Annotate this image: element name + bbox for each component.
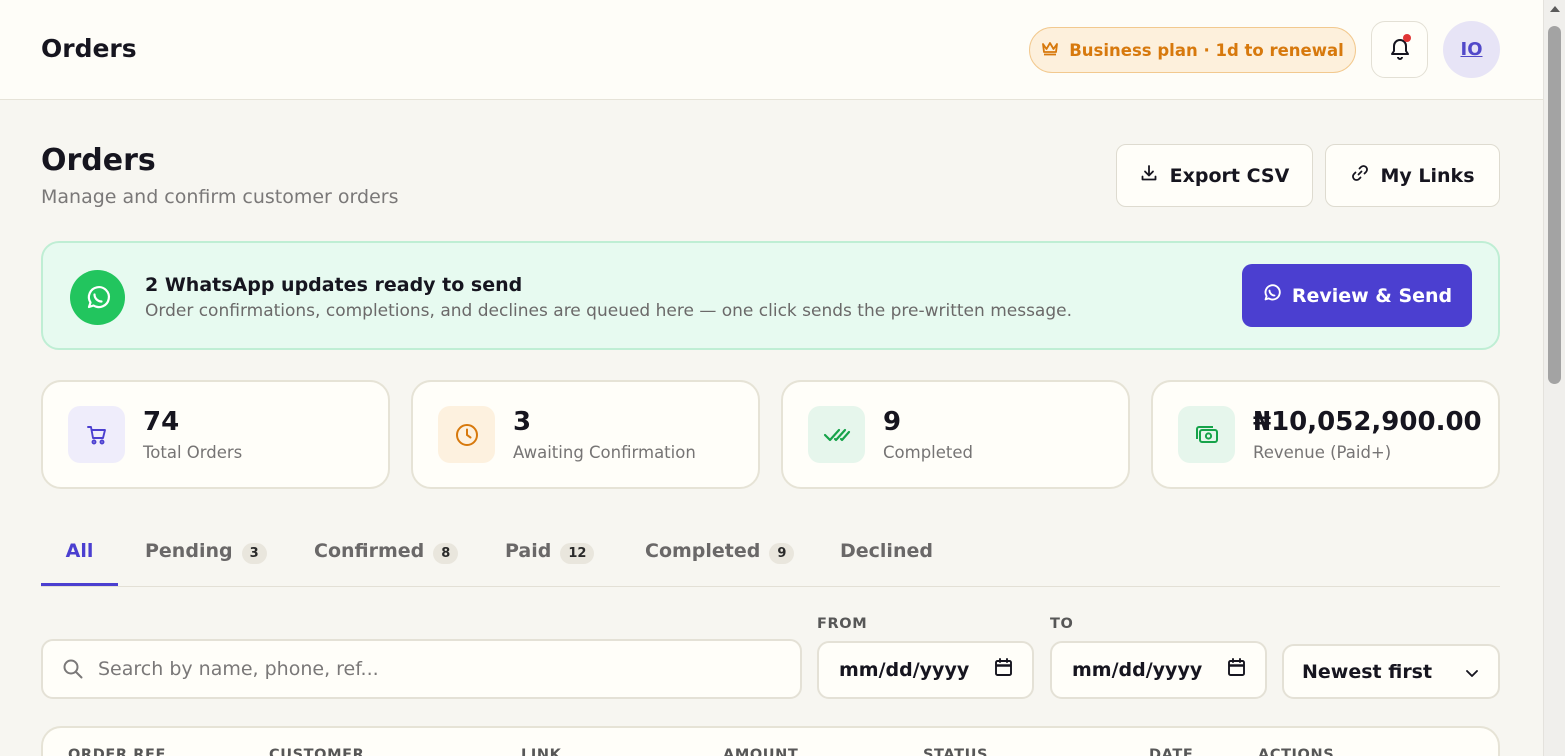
to-date-value: mm/dd/yyyy bbox=[1072, 659, 1203, 681]
calendar-icon[interactable] bbox=[994, 658, 1013, 682]
stat-card-total-orders: 74 Total Orders bbox=[41, 380, 390, 489]
tab-pending[interactable]: Pending 3 bbox=[145, 540, 267, 586]
column-header-customer[interactable]: CUSTOMER bbox=[269, 747, 364, 756]
stat-value: 9 bbox=[883, 407, 902, 437]
stat-value: 74 bbox=[143, 407, 180, 437]
stat-label: Completed bbox=[883, 443, 973, 462]
stat-card-revenue: ₦10,052,900.00 Revenue (Paid+) bbox=[1151, 380, 1500, 489]
tab-completed[interactable]: Completed 9 bbox=[645, 540, 795, 586]
tabs-divider bbox=[41, 586, 1500, 587]
my-links-label: My Links bbox=[1380, 164, 1475, 187]
from-date-value: mm/dd/yyyy bbox=[839, 659, 970, 681]
link-icon bbox=[1351, 164, 1369, 187]
page-title: Orders bbox=[41, 143, 156, 178]
tab-label: Pending bbox=[145, 540, 233, 562]
whatsapp-banner: 2 WhatsApp updates ready to send Order c… bbox=[41, 241, 1500, 350]
banner-description: Order confirmations, completions, and de… bbox=[145, 301, 1072, 321]
chevron-down-icon bbox=[1465, 661, 1479, 683]
header-title: Orders bbox=[41, 34, 137, 63]
from-date-input[interactable]: mm/dd/yyyy bbox=[817, 641, 1034, 699]
search-icon bbox=[62, 658, 84, 684]
tab-label: Paid bbox=[505, 540, 552, 562]
top-bar: Orders Business plan · 1d to renewal IO bbox=[0, 0, 1543, 100]
banner-title: 2 WhatsApp updates ready to send bbox=[145, 274, 523, 296]
crown-icon bbox=[1041, 40, 1059, 60]
column-header-order-ref[interactable]: ORDER REF bbox=[68, 747, 166, 756]
review-send-label: Review & Send bbox=[1291, 284, 1453, 307]
tab-count: 3 bbox=[241, 543, 267, 564]
column-header-status[interactable]: STATUS bbox=[923, 747, 988, 756]
tab-all[interactable]: All bbox=[41, 540, 118, 586]
stat-label: Awaiting Confirmation bbox=[513, 443, 696, 462]
scrollbar[interactable] bbox=[1543, 0, 1565, 756]
column-header-date[interactable]: DATE bbox=[1149, 747, 1193, 756]
from-label: FROM bbox=[817, 616, 868, 632]
column-header-link[interactable]: LINK bbox=[521, 747, 561, 756]
tab-count: 12 bbox=[560, 543, 595, 564]
tab-label: Completed bbox=[645, 540, 761, 562]
my-links-button[interactable]: My Links bbox=[1325, 144, 1500, 207]
calendar-icon[interactable] bbox=[1227, 658, 1246, 682]
page-subtitle: Manage and confirm customer orders bbox=[41, 186, 399, 208]
tab-declined[interactable]: Declined bbox=[840, 540, 933, 586]
scroll-up-arrow[interactable] bbox=[1550, 6, 1560, 12]
scroll-thumb[interactable] bbox=[1548, 26, 1561, 384]
notifications-button[interactable] bbox=[1371, 21, 1428, 78]
search-box bbox=[41, 639, 802, 699]
plan-badge-label: Business plan · 1d to renewal bbox=[1069, 40, 1344, 60]
search-input[interactable] bbox=[98, 641, 788, 697]
stat-label: Revenue (Paid+) bbox=[1253, 443, 1392, 462]
stat-label: Total Orders bbox=[143, 443, 243, 462]
to-label: TO bbox=[1050, 616, 1074, 632]
tab-label: All bbox=[65, 540, 94, 562]
double-check-icon bbox=[808, 406, 865, 463]
avatar[interactable]: IO bbox=[1443, 21, 1500, 78]
cart-icon bbox=[68, 406, 125, 463]
tab-count: 9 bbox=[769, 543, 795, 564]
whatsapp-icon bbox=[1262, 283, 1282, 308]
clock-icon bbox=[438, 406, 495, 463]
download-icon bbox=[1140, 164, 1158, 187]
stat-card-awaiting: 3 Awaiting Confirmation bbox=[411, 380, 760, 489]
notification-dot bbox=[1403, 34, 1411, 42]
cash-icon bbox=[1178, 406, 1235, 463]
tab-paid[interactable]: Paid 12 bbox=[505, 540, 595, 586]
column-header-amount[interactable]: AMOUNT bbox=[723, 747, 798, 756]
tab-label: Confirmed bbox=[314, 540, 425, 562]
sort-select[interactable]: Newest first bbox=[1282, 644, 1500, 699]
to-date-input[interactable]: mm/dd/yyyy bbox=[1050, 641, 1267, 699]
stat-value: ₦10,052,900.00 bbox=[1253, 407, 1482, 437]
export-csv-label: Export CSV bbox=[1169, 164, 1290, 187]
export-csv-button[interactable]: Export CSV bbox=[1116, 144, 1313, 207]
plan-badge[interactable]: Business plan · 1d to renewal bbox=[1029, 27, 1356, 73]
orders-table: ORDER REF CUSTOMER LINK AMOUNT STATUS DA… bbox=[41, 726, 1500, 756]
tab-count: 8 bbox=[433, 543, 459, 564]
tab-label: Declined bbox=[840, 540, 933, 562]
review-send-button[interactable]: Review & Send bbox=[1242, 264, 1472, 327]
stat-value: 3 bbox=[513, 407, 532, 437]
stat-card-completed: 9 Completed bbox=[781, 380, 1130, 489]
sort-select-value: Newest first bbox=[1302, 660, 1433, 683]
column-header-actions[interactable]: ACTIONS bbox=[1258, 747, 1334, 756]
whatsapp-icon bbox=[70, 270, 125, 325]
tab-confirmed[interactable]: Confirmed 8 bbox=[314, 540, 459, 586]
